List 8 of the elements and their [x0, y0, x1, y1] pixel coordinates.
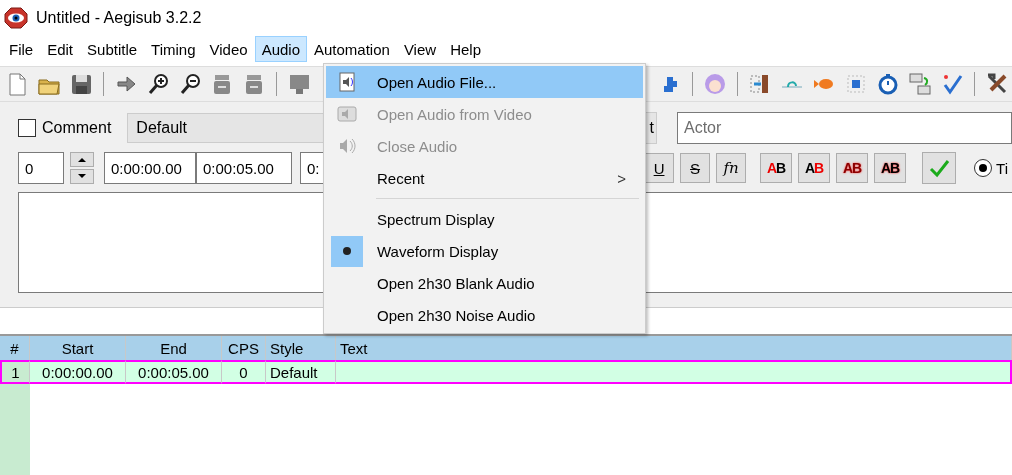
table-cell: 0:00:05.00 — [126, 360, 222, 384]
table-cell: Default — [266, 360, 336, 384]
window-title: Untitled - Aegisub 3.2.2 — [36, 9, 202, 27]
submenu-arrow-icon: > — [617, 169, 626, 187]
table-cell: 0 — [222, 360, 266, 384]
comment-label: Comment — [42, 119, 112, 137]
table-cell: 0:00:00.00 — [30, 360, 126, 384]
radio-label: Ti — [996, 159, 1008, 177]
